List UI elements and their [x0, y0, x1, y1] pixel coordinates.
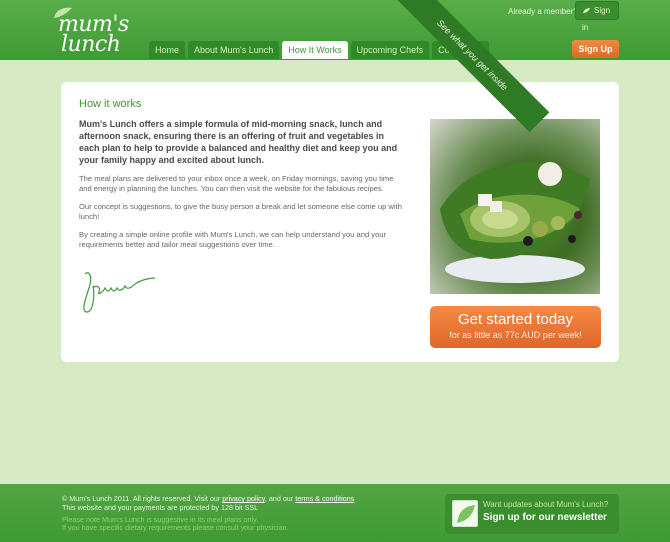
signin-button[interactable]: Sign in: [575, 1, 619, 32]
newsletter-leaf-icon: [452, 500, 478, 527]
footer-copyright: © Mum's Lunch 2011. All rights reserved.…: [62, 494, 354, 503]
leaf-icon: [583, 8, 590, 14]
logo-word-lunch: lunch: [61, 32, 121, 57]
footer-ssl-note: This website and your payments are prote…: [62, 503, 259, 512]
salad-photo: [430, 119, 600, 294]
lead-paragraph: Mum's Lunch offers a simple formula of m…: [79, 119, 398, 165]
get-started-button[interactable]: Get started today for as little as 77c A…: [430, 306, 601, 348]
site-header: mum's lunch Already a member? Sign in Ho…: [0, 0, 670, 60]
cta-title: Get started today: [457, 311, 574, 328]
cta-subtitle: for as little as 77c AUD per week!: [449, 330, 582, 340]
nav-tab-upcoming-chefs[interactable]: Upcoming Chefs: [350, 41, 430, 59]
footer-copyright-text: © Mum's Lunch 2011. All rights reserved.…: [62, 494, 221, 503]
signature-image: [83, 272, 156, 313]
terms-link[interactable]: terms & conditions: [295, 494, 354, 503]
nav-tab-how-it-works[interactable]: How It Works: [282, 41, 348, 59]
footer-disclaimer: If you have specific dietary requirement…: [62, 523, 289, 532]
body-paragraph: By creating a simple online profile with…: [79, 230, 387, 249]
footer-copyright-text: , and our: [264, 494, 294, 503]
nav-tab-home[interactable]: Home: [149, 41, 186, 59]
newsletter-cta: Sign up for our newsletter: [483, 512, 607, 523]
site-footer: © Mum's Lunch 2011. All rights reserved.…: [0, 484, 670, 542]
signup-button[interactable]: Sign Up: [572, 40, 619, 58]
salad-illustration: [440, 162, 590, 283]
newsletter-signup[interactable]: Want updates about Mum's Lunch? Sign up …: [445, 494, 619, 534]
already-member-text: Already a member?: [508, 7, 578, 16]
newsletter-title: Want updates about Mum's Lunch?: [483, 500, 609, 509]
page-title: How it works: [79, 98, 142, 110]
mums-lunch-logo[interactable]: mum's lunch: [52, 6, 142, 57]
body-paragraph: Our concept is suggestions, to give the …: [79, 202, 402, 221]
body-paragraph: The meal plans are delivered to your inb…: [79, 174, 394, 193]
privacy-policy-link[interactable]: privacy policy: [222, 494, 265, 503]
nav-tab-about[interactable]: About Mum's Lunch: [188, 41, 280, 59]
main-nav: Home About Mum's Lunch How It Works Upco…: [149, 41, 489, 59]
